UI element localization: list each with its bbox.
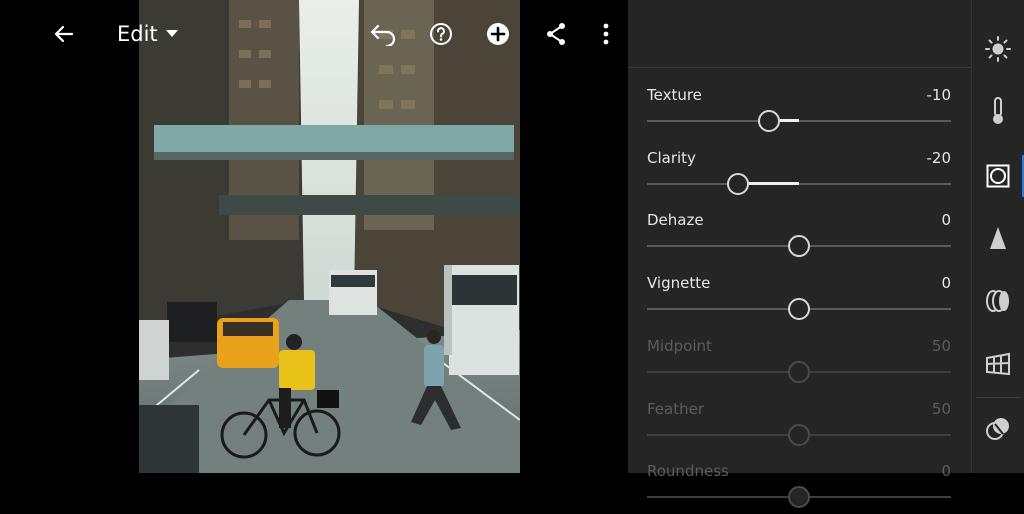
slider-thumb[interactable] — [788, 235, 810, 258]
street-photo — [139, 0, 520, 473]
tool-detail[interactable] — [984, 224, 1012, 252]
tool-divider — [976, 397, 1021, 398]
slider-label: Feather — [647, 399, 705, 418]
detail-icon — [990, 227, 1006, 249]
share-button[interactable] — [542, 20, 570, 48]
effects-panel: Texture -10 Clarity -20 Dehaze 0 Vignette 0 Midp… — [628, 0, 971, 509]
edit-mode-label: Edit — [117, 22, 158, 46]
add-button[interactable] — [484, 20, 512, 48]
slider-value[interactable]: -10 — [927, 86, 952, 104]
tool-presets[interactable] — [984, 415, 1012, 443]
slider-label: Dehaze — [647, 211, 704, 230]
slider-dehaze[interactable]: Dehaze 0 — [647, 211, 951, 263]
tool-effects[interactable] — [984, 162, 1012, 190]
undo-button[interactable] — [369, 20, 397, 48]
slider-thumb — [788, 423, 810, 446]
help-button[interactable] — [427, 20, 455, 48]
slider-label: Midpoint — [647, 336, 712, 355]
slider-thumb — [788, 360, 810, 383]
more-vertical-icon — [603, 23, 609, 45]
slider-thumb[interactable] — [757, 110, 780, 132]
slider-roundness: Roundness 0 — [647, 462, 951, 514]
tool-geometry[interactable] — [984, 350, 1012, 378]
photo-canvas[interactable] — [0, 0, 628, 473]
edit-mode-dropdown[interactable]: Edit — [117, 20, 178, 48]
back-button[interactable] — [50, 20, 78, 48]
effects-icon — [986, 164, 1010, 188]
tool-optics[interactable] — [984, 287, 1012, 315]
slider-vignette[interactable]: Vignette 0 — [647, 274, 951, 326]
slider-label: Vignette — [647, 274, 711, 293]
more-options-button[interactable] — [592, 20, 620, 48]
slider-value[interactable]: 0 — [941, 462, 951, 480]
share-icon — [547, 23, 565, 45]
presets-icon — [986, 418, 1009, 440]
slider-label: Clarity — [647, 148, 696, 167]
slider-clarity[interactable]: Clarity -20 — [647, 149, 951, 201]
top-toolbar: Edit — [0, 0, 628, 68]
slider-track[interactable] — [647, 182, 951, 185]
geometry-icon — [986, 352, 1010, 376]
undo-icon — [370, 24, 396, 46]
slider-value[interactable]: 50 — [932, 337, 951, 355]
tool-strip — [971, 0, 1024, 473]
light-icon — [985, 36, 1011, 62]
slider-value[interactable]: -20 — [927, 149, 952, 167]
slider-thumb[interactable] — [788, 298, 810, 321]
plus-circle-icon — [487, 23, 509, 45]
tool-color[interactable] — [984, 97, 1012, 125]
slider-value[interactable]: 0 — [941, 211, 951, 229]
caret-down-icon — [165, 30, 178, 37]
slider-texture[interactable]: Texture -10 — [647, 86, 951, 138]
help-icon — [430, 23, 452, 45]
panel-divider — [628, 67, 971, 68]
slider-label: Roundness — [647, 462, 729, 481]
slider-value[interactable]: 0 — [941, 274, 951, 292]
slider-midpoint: Midpoint 50 — [647, 337, 951, 389]
slider-label: Texture — [647, 86, 702, 104]
slider-thumb — [788, 486, 810, 509]
tool-light[interactable] — [984, 35, 1012, 63]
slider-value[interactable]: 50 — [932, 400, 951, 418]
slider-track[interactable] — [647, 120, 951, 122]
optics-icon — [986, 290, 1009, 312]
slider-thumb[interactable] — [727, 172, 750, 195]
arrow-left-icon — [54, 25, 74, 43]
photo-preview[interactable] — [139, 0, 520, 473]
slider-feather: Feather 50 — [647, 400, 951, 452]
color-icon — [993, 97, 1003, 124]
